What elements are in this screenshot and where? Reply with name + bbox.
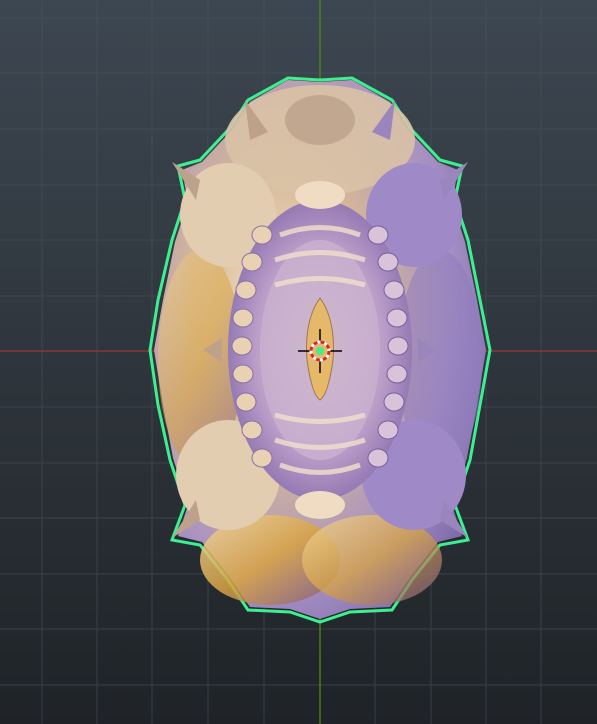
viewport-canvas[interactable]	[0, 0, 597, 724]
3d-viewport[interactable]	[0, 0, 597, 724]
top-crest-shade	[285, 95, 355, 145]
lower-tooth-cluster	[295, 491, 345, 519]
upper-tooth-cluster	[295, 181, 345, 209]
cursor-center	[316, 347, 324, 355]
